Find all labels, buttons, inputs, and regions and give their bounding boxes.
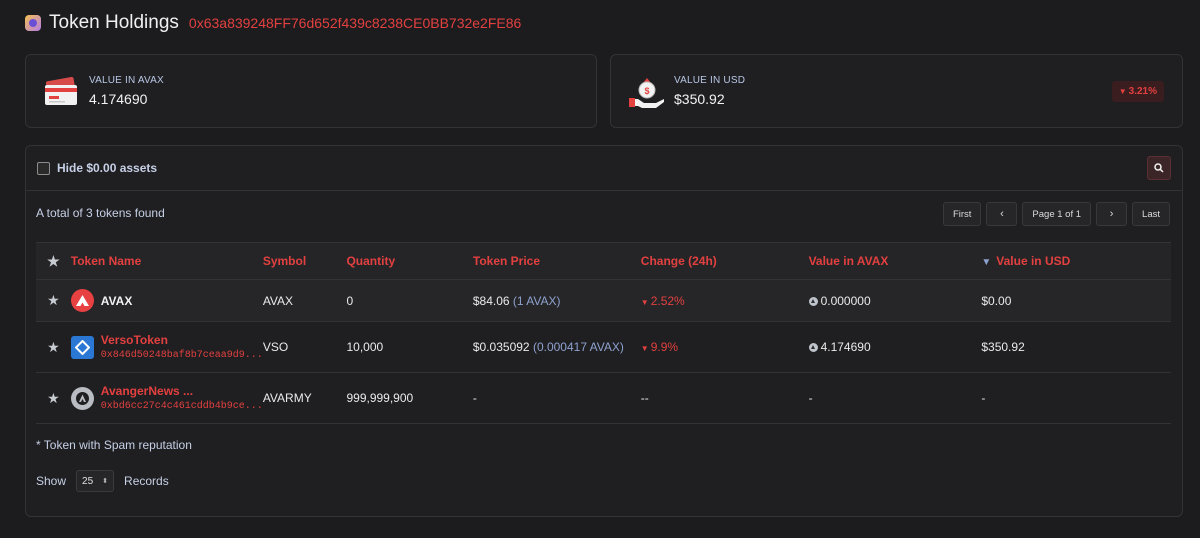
star-icon[interactable]: ★ (47, 390, 60, 406)
table-row: ★ AVAX AVAX 0 $84.06 (1 AVAX) ▼ 2.52% 0.0… (36, 279, 1171, 322)
value-in-usd-card: $ VALUE IN USD $350.92 ▼ 3.21% (610, 54, 1183, 128)
records-label: Records (124, 474, 169, 488)
header-symbol[interactable]: Symbol (262, 242, 347, 280)
search-button[interactable] (1147, 156, 1171, 180)
filter-bar: Hide $0.00 assets (26, 146, 1182, 191)
avarmy-token-icon (70, 386, 94, 410)
money-bag-hand-icon: $ (629, 78, 664, 108)
page-title: Token Holdings (49, 12, 179, 33)
hide-zero-assets-label[interactable]: Hide $0.00 assets (57, 161, 157, 175)
token-value-avax: 0.000000 (808, 279, 982, 322)
star-icon[interactable]: ★ (47, 339, 60, 355)
header-token-name[interactable]: Token Name (70, 242, 263, 280)
token-value-usd: $350.92 (981, 321, 1171, 373)
pagination: First ‹ Page 1 of 1 › Last (942, 202, 1170, 226)
usd-change-badge: ▼ 3.21% (1111, 81, 1164, 102)
wallet-address[interactable]: 0x63a839248FF76d652f439c8238CE0BB732e2FE… (189, 15, 521, 31)
token-quantity: 10,000 (346, 321, 473, 373)
usd-change-value: 3.21% (1128, 86, 1157, 97)
avax-mini-icon (808, 343, 818, 352)
table-header-row: ★ Token Name Symbol Quantity Token Price… (36, 242, 1171, 280)
token-contract-address[interactable]: 0xbd6cc27c4c461cddb4b9ce... (101, 401, 263, 412)
table-row: ★ VersoToken 0x846d50248baf8b7ceaa9d9...… (36, 321, 1171, 373)
records-per-page: Show 25 ⬍ Records (36, 470, 169, 492)
token-quantity: 999,999,900 (346, 372, 473, 424)
spam-reputation-note: * Token with Spam reputation (36, 438, 192, 452)
header-change[interactable]: Change (24h) (640, 242, 809, 280)
last-page-button[interactable]: Last (1132, 202, 1170, 226)
header-value-usd-label: Value in USD (996, 254, 1071, 268)
token-price: - (472, 372, 641, 424)
token-quantity: 0 (346, 279, 473, 322)
header-quantity[interactable]: Quantity (346, 242, 473, 280)
token-value-usd: $0.00 (981, 279, 1171, 322)
chevron-updown-icon: ⬍ (102, 478, 109, 485)
avax-value: 4.174690 (89, 91, 148, 107)
token-contract-address[interactable]: 0x846d50248baf8b7ceaa9d9... (101, 350, 263, 361)
sort-down-icon[interactable]: ▼ (981, 257, 991, 268)
prev-page-button[interactable]: ‹ (986, 202, 1018, 226)
value-in-avax-card: VALUE IN AVAX 4.174690 (25, 54, 597, 128)
header-value-avax[interactable]: Value in AVAX (808, 242, 982, 280)
star-icon: ★ (47, 252, 60, 269)
avax-mini-icon (808, 296, 818, 306)
next-page-button[interactable]: › (1096, 202, 1128, 226)
table-row: ★ AvangerNews ... 0xbd6cc27c4c461cddb4b9… (36, 372, 1171, 424)
search-icon (1154, 163, 1164, 173)
token-symbol: AVAX (262, 279, 347, 322)
token-name-link[interactable]: AvangerNews ... (101, 384, 263, 398)
down-triangle-icon: ▼ (640, 297, 649, 307)
token-symbol: AVARMY (262, 372, 347, 424)
token-table: ★ Token Name Symbol Quantity Token Price… (36, 242, 1171, 424)
hide-zero-assets-checkbox[interactable] (37, 162, 50, 175)
address-avatar-icon (25, 15, 41, 31)
usd-value: $350.92 (674, 91, 725, 107)
versotoken-icon (70, 335, 94, 359)
token-symbol: VSO (262, 321, 347, 373)
token-change: ▼ 9.9% (640, 321, 809, 373)
down-triangle-icon: ▼ (1118, 87, 1127, 96)
page-indicator: Page 1 of 1 (1022, 202, 1092, 226)
header-value-usd[interactable]: ▼ Value in USD (981, 242, 1171, 280)
header-token-price[interactable]: Token Price (472, 242, 641, 280)
wallet-cards-icon (45, 77, 77, 105)
down-triangle-icon: ▼ (640, 344, 649, 353)
avax-value-label: VALUE IN AVAX (89, 75, 164, 86)
svg-text:$: $ (644, 86, 649, 96)
token-value-usd: - (981, 372, 1171, 424)
total-tokens-text: A total of 3 tokens found (36, 206, 165, 220)
token-price: $84.06 (1 AVAX) (472, 279, 641, 322)
token-value-avax: 4.174690 (808, 321, 982, 373)
token-value-avax: - (808, 372, 982, 424)
star-icon[interactable]: ★ (47, 292, 60, 308)
page-header: Token Holdings 0x63a839248FF76d652f439c8… (25, 12, 521, 34)
usd-value-label: VALUE IN USD (674, 75, 746, 86)
header-star: ★ (36, 242, 71, 280)
first-page-button[interactable]: First (942, 202, 982, 226)
show-label: Show (36, 474, 67, 488)
token-price: $0.035092 (0.000417 AVAX) (472, 321, 641, 373)
token-change: ▼ 2.52% (640, 279, 809, 322)
token-name: AVAX (100, 293, 133, 308)
records-select[interactable]: 25 ⬍ (76, 470, 115, 492)
token-change: -- (640, 372, 809, 424)
records-select-value: 25 (82, 475, 94, 487)
token-name-link[interactable]: VersoToken (101, 333, 263, 347)
avax-token-icon (70, 289, 94, 312)
token-holdings-panel: Hide $0.00 assets A total of 3 tokens fo… (25, 145, 1183, 517)
